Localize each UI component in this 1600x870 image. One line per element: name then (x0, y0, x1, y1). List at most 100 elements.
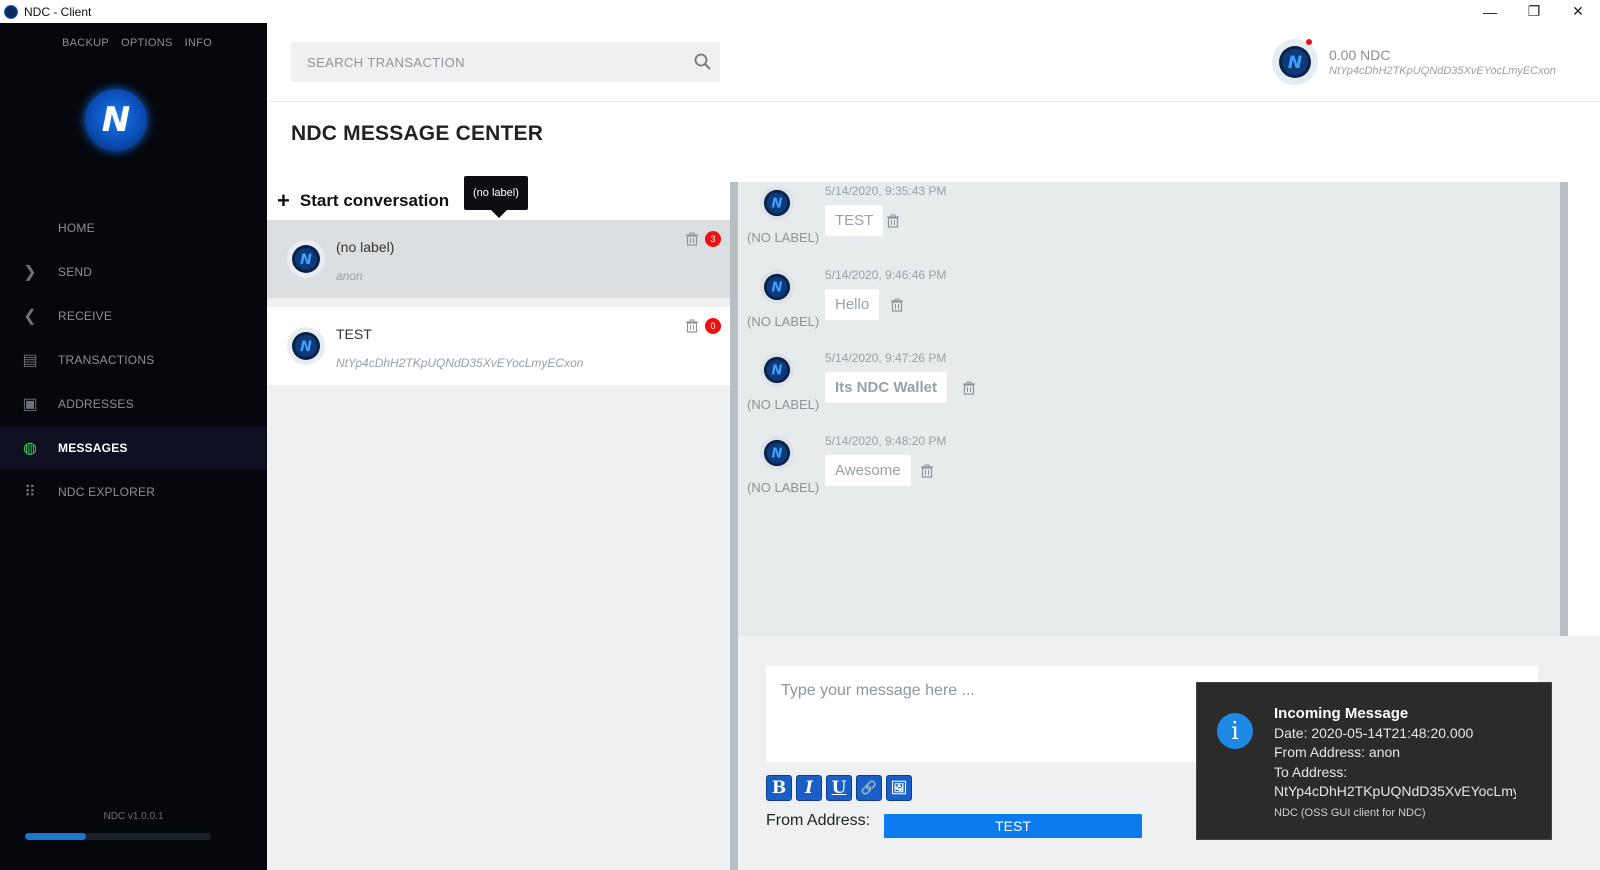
bold-button[interactable]: B (766, 775, 792, 801)
trash-icon[interactable] (890, 298, 904, 312)
sidebar-item-label: TRANSACTIONS (58, 353, 155, 367)
message-sender: (NO LABEL) (747, 230, 820, 245)
app-icon (4, 4, 18, 19)
sidebar-item-home[interactable]: HOME (0, 206, 267, 250)
format-toolbar: B I U 🔗 🖼 (766, 775, 912, 801)
panel-divider[interactable] (730, 182, 738, 870)
svg-text:N: N (1288, 53, 1302, 73)
sidebar: BACKUP OPTIONS INFO N HOME ❯ SEND ❮ RECE… (0, 23, 267, 870)
sidebar-item-send[interactable]: ❯ SEND (0, 250, 267, 294)
ndc-logo-icon: N (763, 439, 791, 467)
svg-text:N: N (772, 447, 783, 462)
sender-avatar: N (760, 186, 794, 220)
trash-icon[interactable] (920, 464, 934, 478)
from-address-label: From Address: (766, 812, 871, 829)
sidebar-item-label: HOME (58, 221, 95, 235)
message-sender: (NO LABEL) (747, 314, 820, 329)
trash-icon[interactable] (962, 381, 976, 395)
svg-text:N: N (772, 364, 783, 379)
trash-icon[interactable] (886, 214, 900, 228)
message-thread: N (NO LABEL) 5/14/2020, 9:35:43 PM TEST … (738, 182, 1560, 636)
info-menu[interactable]: INFO (185, 37, 212, 49)
sync-progress-bar (25, 833, 211, 840)
backup-menu[interactable]: BACKUP (62, 37, 109, 49)
search-icon[interactable] (692, 51, 714, 73)
ndc-logo: N (85, 89, 147, 151)
transactions-icon: ▤ (22, 352, 38, 369)
incoming-message-notification[interactable]: i Incoming Message Date: 2020-05-14T21:4… (1196, 682, 1552, 840)
message-sender: (NO LABEL) (747, 480, 820, 495)
plus-icon: + (277, 188, 290, 213)
contact-avatar: N (287, 240, 325, 278)
ndc-logo-icon: N (763, 273, 791, 301)
message-scrollbar[interactable] (1560, 182, 1568, 636)
start-conversation-label: Start conversation (299, 191, 450, 210)
message-item: N (NO LABEL) 5/14/2020, 9:46:46 PM Hello (738, 266, 1538, 346)
link-button[interactable]: 🔗 (856, 775, 882, 801)
header-divider (267, 101, 1600, 102)
restore-button[interactable]: ❐ (1512, 0, 1556, 23)
message-bubble: TEST (825, 205, 884, 236)
ndc-logo-icon: N (292, 332, 320, 360)
home-icon (20, 218, 40, 238)
conversation-item[interactable]: N (no label) anon 3 (267, 220, 730, 298)
sidebar-item-ndc-explorer[interactable]: ⠿ NDC EXPLORER (0, 470, 267, 514)
sender-avatar: N (760, 436, 794, 470)
sidebar-item-addresses[interactable]: ▣ ADDRESSES (0, 382, 267, 426)
conversation-list: + Start conversation N (no label) anon 3 (267, 176, 730, 870)
message-placeholder: Type your message here ... (781, 682, 975, 699)
window-title: NDC - Client (24, 4, 92, 19)
underline-button[interactable]: U (826, 775, 852, 801)
message-bubble: Awesome (825, 455, 911, 486)
message-timestamp: 5/14/2020, 9:47:26 PM (825, 351, 947, 365)
sidebar-item-receive[interactable]: ❮ RECEIVE (0, 294, 267, 338)
sidebar-item-messages[interactable]: ◍ MESSAGES (0, 426, 267, 470)
title-bar: NDC - Client — ❐ ✕ (0, 0, 1600, 23)
info-icon: i (1217, 713, 1253, 749)
italic-button[interactable]: I (796, 775, 822, 801)
svg-text:N: N (772, 197, 783, 212)
from-address-select[interactable]: TEST (884, 814, 1142, 838)
notification-footer: NDC (OSS GUI client for NDC) (1274, 807, 1426, 819)
chevron-left-icon: ❮ (23, 308, 37, 325)
addresses-icon: ▣ (22, 396, 38, 413)
sidebar-item-transactions[interactable]: ▤ TRANSACTIONS (0, 338, 267, 382)
ndc-logo-icon: N (763, 189, 791, 217)
options-menu[interactable]: OPTIONS (121, 37, 173, 49)
messages-icon: ◍ (23, 440, 37, 457)
version-label: NDC v1.0.0.1 (103, 811, 164, 822)
notification-from: From Address: anon (1274, 744, 1401, 760)
page-title: NDC MESSAGE CENTER (291, 122, 544, 145)
image-button[interactable]: 🖼 (886, 775, 912, 801)
conversation-name: TEST (336, 326, 372, 342)
sidebar-nav: HOME ❯ SEND ❮ RECEIVE ▤ TRANSACTIONS ▣ A… (0, 206, 267, 514)
notification-date: Date: 2020-05-14T21:48:20.000 (1274, 725, 1474, 741)
conversation-name: (no label) (336, 239, 395, 255)
svg-text:N: N (772, 281, 783, 296)
close-button[interactable]: ✕ (1556, 0, 1600, 23)
message-bubble: Hello (825, 289, 880, 320)
ndc-logo-icon: N (292, 245, 320, 273)
notification-title: Incoming Message (1274, 705, 1409, 722)
notification-dot (1306, 39, 1312, 45)
unread-badge: 0 (705, 318, 721, 334)
conversation-item[interactable]: N TEST NtYp4cDhH2TKpUQNdD35XvEYocLmyECxo… (267, 307, 730, 385)
conversation-address: NtYp4cDhH2TKpUQNdD35XvEYocLmyECxon (336, 356, 584, 370)
message-timestamp: 5/14/2020, 9:48:20 PM (825, 434, 947, 448)
logo-letter: N (101, 100, 131, 140)
notification-to-label: To Address: (1274, 764, 1348, 780)
message-item: N (NO LABEL) 5/14/2020, 9:35:43 PM TEST (738, 182, 1538, 262)
sidebar-item-label: RECEIVE (58, 309, 113, 323)
contact-avatar: N (287, 327, 325, 365)
message-item: N (NO LABEL) 5/14/2020, 9:47:26 PM Its N… (738, 349, 1538, 429)
wallet-avatar[interactable]: N (1272, 39, 1318, 85)
wallet-address: NtYp4cDhH2TKpUQNdD35XvEYocLmyECxon (1329, 65, 1556, 77)
explorer-icon: ⠿ (24, 484, 36, 501)
tooltip: (no label) (464, 176, 528, 218)
minimize-button[interactable]: — (1468, 0, 1512, 23)
top-menu: BACKUP OPTIONS INFO (62, 37, 212, 49)
search-transaction-input[interactable]: SEARCH TRANSACTION (291, 42, 720, 82)
trash-icon[interactable] (685, 232, 699, 246)
trash-icon[interactable] (685, 319, 699, 333)
svg-text:N: N (300, 339, 312, 355)
